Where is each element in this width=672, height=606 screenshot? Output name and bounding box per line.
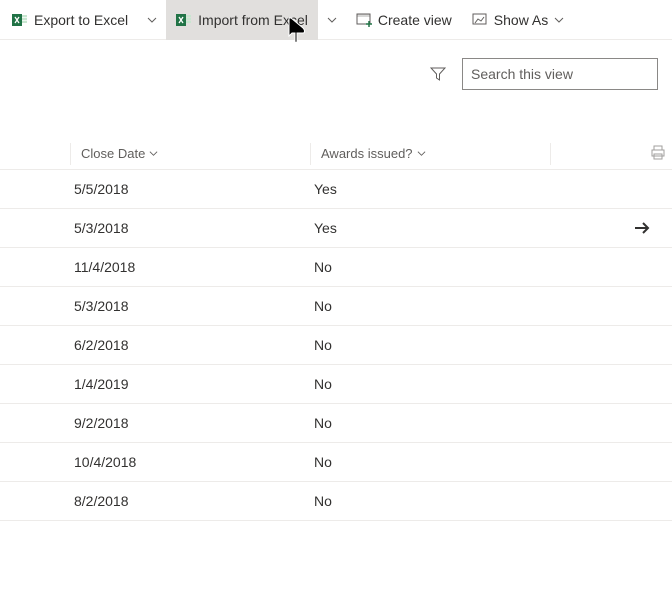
right-rail <box>650 145 666 164</box>
chevron-down-icon <box>149 149 158 158</box>
export-dropdown-button[interactable] <box>138 0 166 40</box>
cell-close-date: 5/3/2018 <box>70 220 310 236</box>
cell-awards-issued: No <box>310 337 550 353</box>
cell-action <box>550 365 672 403</box>
row-open-button[interactable] <box>624 219 660 237</box>
cell-action <box>550 170 672 208</box>
column-header-label: Awards issued? <box>321 146 413 161</box>
cell-awards-issued: No <box>310 454 550 470</box>
import-from-excel-button[interactable]: Import from Excel <box>166 0 318 40</box>
table-row[interactable]: 8/2/2018No <box>0 482 672 521</box>
cell-awards-issued: No <box>310 415 550 431</box>
table-row[interactable]: 10/4/2018No <box>0 443 672 482</box>
cell-awards-issued: Yes <box>310 220 550 236</box>
excel-icon <box>12 12 28 28</box>
command-bar: Export to Excel Import from Excel Create… <box>0 0 672 40</box>
cell-awards-issued: Yes <box>310 181 550 197</box>
data-grid: Close Date Awards issued? 5/5/2018Yes5/3… <box>0 138 672 521</box>
import-from-excel-label: Import from Excel <box>198 12 308 28</box>
print-icon <box>650 145 666 161</box>
chevron-down-icon <box>327 15 337 25</box>
cell-awards-issued: No <box>310 376 550 392</box>
column-header-label: Close Date <box>81 146 145 161</box>
cell-close-date: 11/4/2018 <box>70 259 310 275</box>
chevron-down-icon <box>554 15 564 25</box>
chevron-down-icon <box>417 149 426 158</box>
cell-action <box>550 326 672 364</box>
cell-action <box>550 443 672 481</box>
cell-close-date: 5/5/2018 <box>70 181 310 197</box>
table-row[interactable]: 1/4/2019No <box>0 365 672 404</box>
column-header-close-date[interactable]: Close Date <box>70 143 310 165</box>
cell-awards-issued: No <box>310 298 550 314</box>
new-view-icon <box>356 12 372 28</box>
cell-close-date: 6/2/2018 <box>70 337 310 353</box>
create-view-button[interactable]: Create view <box>346 0 462 40</box>
print-button[interactable] <box>650 145 666 164</box>
column-header-awards-issued[interactable]: Awards issued? <box>310 143 550 165</box>
cell-action <box>550 209 672 247</box>
cell-action <box>550 404 672 442</box>
search-input[interactable] <box>471 66 652 82</box>
cell-action <box>550 482 672 520</box>
funnel-icon <box>430 66 446 82</box>
cell-close-date: 8/2/2018 <box>70 493 310 509</box>
export-to-excel-label: Export to Excel <box>34 12 128 28</box>
table-row[interactable]: 11/4/2018No <box>0 248 672 287</box>
filter-button[interactable] <box>428 64 448 84</box>
cell-awards-issued: No <box>310 493 550 509</box>
table-row[interactable]: 5/5/2018Yes <box>0 170 672 209</box>
chevron-down-icon <box>147 15 157 25</box>
cell-close-date: 9/2/2018 <box>70 415 310 431</box>
table-row[interactable]: 5/3/2018No <box>0 287 672 326</box>
show-as-label: Show As <box>494 12 548 28</box>
table-row[interactable]: 5/3/2018Yes <box>0 209 672 248</box>
search-row <box>0 40 672 98</box>
excel-icon <box>176 12 192 28</box>
column-header-row: Close Date Awards issued? <box>0 138 672 170</box>
table-row[interactable]: 9/2/2018No <box>0 404 672 443</box>
create-view-label: Create view <box>378 12 452 28</box>
cell-action <box>550 287 672 325</box>
export-to-excel-button[interactable]: Export to Excel <box>2 0 138 40</box>
cell-awards-issued: No <box>310 259 550 275</box>
cell-close-date: 1/4/2019 <box>70 376 310 392</box>
table-row[interactable]: 6/2/2018No <box>0 326 672 365</box>
import-dropdown-button[interactable] <box>318 0 346 40</box>
search-box[interactable] <box>462 58 658 90</box>
cell-close-date: 10/4/2018 <box>70 454 310 470</box>
arrow-right-icon <box>633 219 651 237</box>
show-as-icon <box>472 12 488 28</box>
show-as-button[interactable]: Show As <box>462 0 574 40</box>
cell-action <box>550 248 672 286</box>
cell-close-date: 5/3/2018 <box>70 298 310 314</box>
